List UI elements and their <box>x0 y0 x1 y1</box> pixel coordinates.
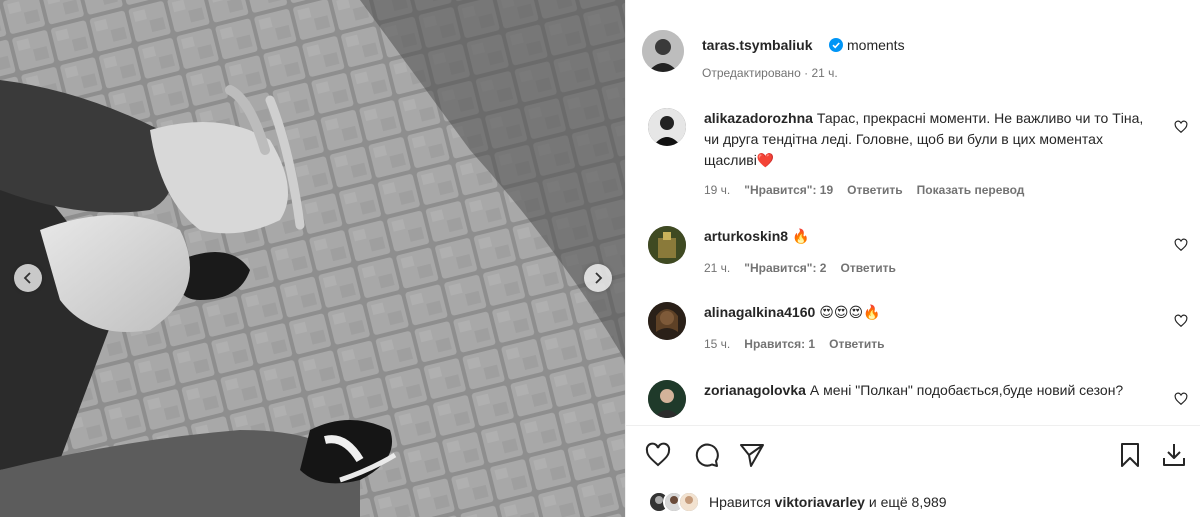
post-details-pane: taras.tsymbaliuk moments Отредактировано… <box>625 0 1200 517</box>
likes-prefix: Нравится <box>709 494 771 510</box>
likes-count[interactable]: и ещё 8,989 <box>869 494 947 510</box>
heart-icon[interactable] <box>1174 314 1188 328</box>
chevron-left-icon <box>23 272 31 284</box>
comment-time: 21 ч. <box>704 261 731 275</box>
comment-username[interactable]: alinagalkina4160 <box>704 304 815 320</box>
verified-badge-icon <box>829 38 843 52</box>
post-time: 21 ч. <box>811 66 838 80</box>
likes-text: Нравится viktoriavarley и ещё 8,989 <box>709 494 947 510</box>
comment-avatar[interactable] <box>648 226 686 264</box>
author-avatar[interactable] <box>642 30 684 72</box>
liker-avatar[interactable] <box>678 491 700 513</box>
reply-button[interactable]: Ответить <box>840 261 895 275</box>
comment-username[interactable]: zorianagolovka <box>704 382 806 398</box>
comment-meta: 15 ч. Нравится: 1 Ответить <box>704 337 885 351</box>
comment-icon[interactable] <box>692 441 720 469</box>
liker-username[interactable]: viktoriavarley <box>775 494 865 510</box>
heart-icon[interactable] <box>1174 238 1188 252</box>
comment-avatar[interactable] <box>648 380 686 418</box>
post-caption: moments <box>847 37 905 53</box>
comment-text: zorianagolovka А мені "Полкан" подобаєтьс… <box>704 380 1154 401</box>
comment-username[interactable]: arturkoskin8 <box>704 228 788 244</box>
comment-body: 😍😍😍🔥 <box>819 304 881 320</box>
reply-button[interactable]: Ответить <box>847 183 902 197</box>
chevron-right-icon <box>595 272 603 284</box>
comment-body: 🔥 <box>792 228 810 244</box>
comment-avatar[interactable] <box>648 108 686 146</box>
heart-icon[interactable] <box>1174 120 1188 134</box>
heart-icon[interactable] <box>1174 392 1188 406</box>
like-post-heart-icon[interactable] <box>644 441 672 469</box>
reply-button[interactable]: Ответить <box>829 337 884 351</box>
comment-time: 19 ч. <box>704 183 731 197</box>
comment-likes[interactable]: "Нравится": 19 <box>744 183 833 197</box>
next-photo-button[interactable] <box>584 264 612 292</box>
comment-meta: 21 ч. "Нравится": 2 Ответить <box>704 261 896 275</box>
photo-image <box>0 0 625 517</box>
comment-avatar[interactable] <box>648 302 686 340</box>
post-meta: Отредактировано · 21 ч. <box>702 66 838 80</box>
comment-username[interactable]: alikazadorozhna <box>704 110 813 126</box>
comment-meta: 19 ч. "Нравится": 19 Ответить Показать п… <box>704 183 1024 197</box>
comment-text: alinagalkina4160 😍😍😍🔥 <box>704 302 1154 323</box>
comment-body: А мені "Полкан" подобається,буде новий с… <box>809 382 1124 398</box>
comment-time: 15 ч. <box>704 337 731 351</box>
bookmark-icon[interactable] <box>1116 441 1144 469</box>
author-username[interactable]: taras.tsymbaliuk <box>702 37 813 53</box>
download-icon[interactable] <box>1160 441 1188 469</box>
actions-divider <box>626 425 1200 426</box>
comment-text: arturkoskin8 🔥 <box>704 226 1154 247</box>
comment-text: alikazadorozhna Тарас, прекрасні моменти.… <box>704 108 1154 171</box>
previous-photo-button[interactable] <box>14 264 42 292</box>
action-bar <box>626 437 1200 477</box>
comment-likes[interactable]: Нравится: 1 <box>744 337 815 351</box>
comment-likes[interactable]: "Нравится": 2 <box>744 261 826 275</box>
post-photo <box>0 0 625 517</box>
translate-button[interactable]: Показать перевод <box>917 183 1025 197</box>
likes-summary: Нравится viktoriavarley и ещё 8,989 <box>648 488 947 516</box>
post-header: taras.tsymbaliuk moments Отредактировано… <box>626 0 1200 100</box>
share-icon[interactable] <box>738 441 766 469</box>
edited-label: Отредактировано <box>702 66 801 80</box>
